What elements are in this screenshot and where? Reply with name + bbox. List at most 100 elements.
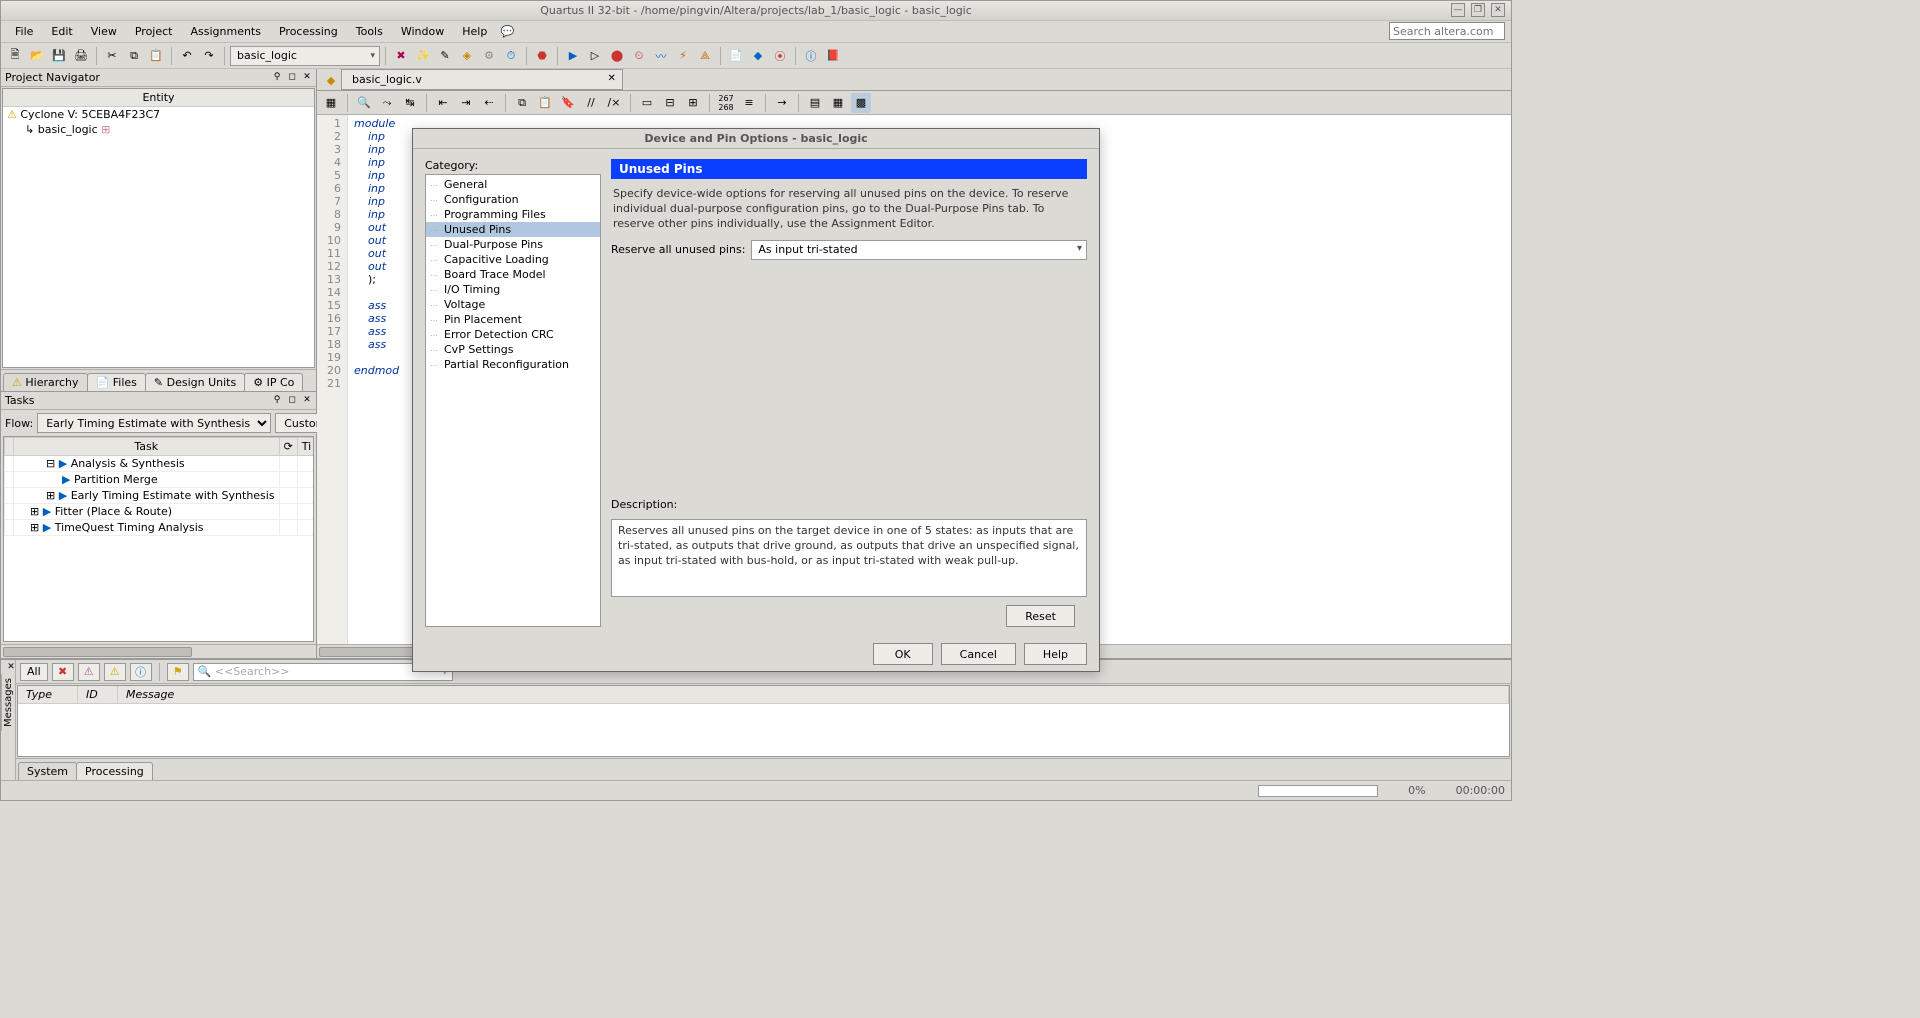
line-num-icon[interactable]: 267268 xyxy=(716,93,736,113)
grid2-icon[interactable]: ▦ xyxy=(828,93,848,113)
book-icon[interactable]: 📕 xyxy=(823,46,843,66)
play-gear-icon[interactable]: ▷ xyxy=(585,46,605,66)
stopwatch-icon[interactable]: ⏲ xyxy=(629,46,649,66)
expand-icon[interactable]: ⊞ xyxy=(30,505,39,518)
menu-processing[interactable]: Processing xyxy=(271,23,346,40)
window-close-button[interactable]: ✕ xyxy=(1491,3,1505,17)
category-item[interactable]: Configuration xyxy=(426,192,600,207)
category-item[interactable]: Programming Files xyxy=(426,207,600,222)
tab-system[interactable]: System xyxy=(18,762,77,780)
category-list[interactable]: GeneralConfigurationProgramming FilesUnu… xyxy=(425,174,601,627)
wand-icon[interactable]: ✨ xyxy=(413,46,433,66)
menu-assignments[interactable]: Assignments xyxy=(182,23,269,40)
menu-help[interactable]: Help xyxy=(454,23,495,40)
cancel-button[interactable]: Cancel xyxy=(941,643,1016,665)
uncomment-icon[interactable]: /× xyxy=(604,93,624,113)
save-icon[interactable]: 💾 xyxy=(49,46,69,66)
category-item[interactable]: CvP Settings xyxy=(426,342,600,357)
expand-icon[interactable]: ⊞ xyxy=(683,93,703,113)
panel-float-icon[interactable]: ◻ xyxy=(285,393,299,407)
info-filter-icon[interactable]: ⓘ xyxy=(130,663,152,681)
task-row[interactable]: ⊞ ▶ TimeQuest Timing Analysis xyxy=(5,520,315,536)
find-icon[interactable]: 🔍 xyxy=(354,93,374,113)
task-row[interactable]: ⊞ ▶ Fitter (Place & Route) xyxy=(5,504,315,520)
pencil-icon[interactable]: ✎ xyxy=(435,46,455,66)
ruler-icon[interactable]: ≡ xyxy=(739,93,759,113)
search-altera-input[interactable] xyxy=(1389,22,1505,40)
reset-button[interactable]: Reset xyxy=(1006,605,1075,627)
menu-edit[interactable]: Edit xyxy=(43,23,80,40)
bookmark-icon[interactable]: 🔖 xyxy=(558,93,578,113)
home-icon[interactable]: ◆ xyxy=(321,70,341,90)
menu-tools[interactable]: Tools xyxy=(348,23,391,40)
shield-icon[interactable]: ◆ xyxy=(748,46,768,66)
category-item[interactable]: Board Trace Model xyxy=(426,267,600,282)
flag-filter-icon[interactable]: ⚑ xyxy=(167,663,189,681)
copy-icon[interactable]: ⧉ xyxy=(124,46,144,66)
open-file-icon[interactable]: 📂 xyxy=(27,46,47,66)
editor-tab[interactable]: basic_logic.v ✕ xyxy=(341,69,623,90)
play-icon[interactable]: ▶ xyxy=(563,46,583,66)
tab-close-icon[interactable]: ✕ xyxy=(608,73,616,84)
tab-files[interactable]: 📄 Files xyxy=(87,373,146,391)
panel-float-icon[interactable]: ◻ xyxy=(285,70,299,84)
indent-left-icon[interactable]: ⇤ xyxy=(433,93,453,113)
category-item[interactable]: Dual-Purpose Pins xyxy=(426,237,600,252)
find-next-icon[interactable]: ⤳ xyxy=(377,93,397,113)
tab-design-units[interactable]: ✎ Design Units xyxy=(145,373,245,391)
task-row[interactable]: ⊞ ▶ Early Timing Estimate with Synthesis xyxy=(5,488,315,504)
paste-icon[interactable]: 📋 xyxy=(146,46,166,66)
expand-icon[interactable]: ⊟ xyxy=(46,457,55,470)
expand-icon[interactable]: ⊞ xyxy=(46,489,55,502)
help-icon[interactable]: 💬 xyxy=(497,22,517,42)
comment-icon[interactable]: // xyxy=(581,93,601,113)
menu-file[interactable]: File xyxy=(7,23,41,40)
timer-icon[interactable]: ⏱ xyxy=(501,46,521,66)
chip-icon[interactable]: ◈ xyxy=(457,46,477,66)
task-table[interactable]: Task ⟳ Ti ⊟ ▶ Analysis & Synthesis ▶ Par… xyxy=(3,436,314,642)
task-row[interactable]: ⊟ ▶ Analysis & Synthesis xyxy=(5,456,315,472)
replace-icon[interactable]: ↹ xyxy=(400,93,420,113)
reserve-unused-pins-select[interactable]: As input tri-stated xyxy=(751,240,1087,260)
menu-view[interactable]: View xyxy=(83,23,125,40)
top-entity-row[interactable]: ↳ basic_logic ⊞ xyxy=(3,122,314,137)
panel-close-icon[interactable]: ✕ xyxy=(300,70,314,84)
panel-pin-icon[interactable]: ⚲ xyxy=(270,393,284,407)
panel-pin-icon[interactable]: ⚲ xyxy=(270,70,284,84)
critical-filter-icon[interactable]: ⚠ xyxy=(78,663,100,681)
category-item[interactable]: I/O Timing xyxy=(426,282,600,297)
undo-icon[interactable]: ↶ xyxy=(177,46,197,66)
new-file-icon[interactable]: 🗎 xyxy=(5,46,25,66)
wave-icon[interactable]: 〰 xyxy=(651,46,671,66)
grid3-icon[interactable]: ▩ xyxy=(851,93,871,113)
help-button[interactable]: Help xyxy=(1024,643,1087,665)
device-row[interactable]: ⚠ Cyclone V: 5CEBA4F23C7 xyxy=(3,107,314,122)
tab-ip-components[interactable]: ⚙ IP Co xyxy=(244,373,303,391)
messages-table[interactable]: Type ID Message xyxy=(17,685,1510,757)
flow-select[interactable]: Early Timing Estimate with Synthesis xyxy=(37,413,271,433)
outdent-icon[interactable]: ⇠ xyxy=(479,93,499,113)
print-icon[interactable]: 🖨 xyxy=(71,46,91,66)
category-item[interactable]: Voltage xyxy=(426,297,600,312)
code-lines[interactable]: module inp inp inp inp inp inp inp out o… xyxy=(348,115,405,644)
panel-close-icon[interactable]: ✕ xyxy=(300,393,314,407)
grid1-icon[interactable]: ▤ xyxy=(805,93,825,113)
block-icon[interactable]: ▭ xyxy=(637,93,657,113)
task-row[interactable]: ▶ Partition Merge xyxy=(5,472,315,488)
menu-window[interactable]: Window xyxy=(393,23,452,40)
paste2-icon[interactable]: 📋 xyxy=(535,93,555,113)
cut-icon[interactable]: ✂ xyxy=(102,46,122,66)
left-hscrollbar[interactable] xyxy=(1,644,316,658)
messages-all-button[interactable]: All xyxy=(20,663,48,681)
project-selector[interactable]: basic_logic xyxy=(230,46,380,66)
tab-processing[interactable]: Processing xyxy=(76,762,153,780)
tab-hierarchy[interactable]: ⚠ Hierarchy xyxy=(3,373,88,391)
table-icon[interactable]: ▦ xyxy=(321,93,341,113)
redo-icon[interactable]: ↷ xyxy=(199,46,219,66)
project-tree[interactable]: Entity ⚠ Cyclone V: 5CEBA4F23C7 ↳ basic_… xyxy=(2,88,315,368)
expand-icon[interactable]: ⊞ xyxy=(30,521,39,534)
category-item[interactable]: Capacitive Loading xyxy=(426,252,600,267)
error-filter-icon[interactable]: ✖ xyxy=(52,663,74,681)
warning-filter-icon[interactable]: ⚠ xyxy=(104,663,126,681)
ok-button[interactable]: OK xyxy=(873,643,933,665)
